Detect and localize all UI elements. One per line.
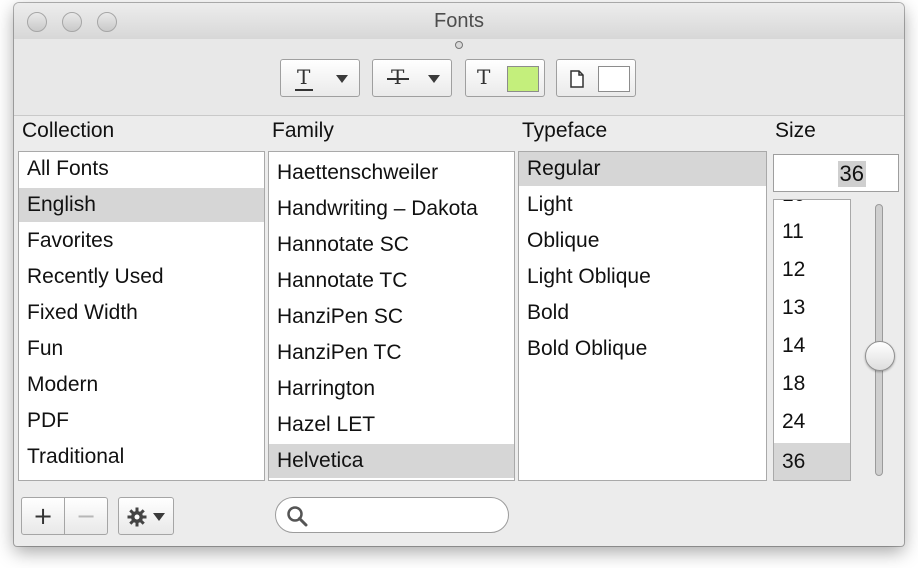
typeface-list[interactable]: Regular Light Oblique Light Oblique Bold… — [518, 151, 767, 481]
list-item[interactable]: HanziPen TC — [269, 341, 402, 364]
gear-icon — [127, 507, 147, 527]
list-item[interactable]: Oblique — [519, 229, 599, 252]
strikethrough-popup-button[interactable]: T — [372, 59, 452, 97]
fonts-window: Fonts T T T Collection Family Typeface S… — [14, 3, 904, 546]
list-item[interactable]: Bold Oblique — [519, 337, 647, 360]
list-item[interactable]: Modern — [19, 373, 98, 396]
list-item[interactable]: 14 — [774, 334, 805, 357]
list-item[interactable]: 11 — [774, 220, 804, 243]
list-item[interactable]: 36 — [774, 450, 805, 473]
list-item[interactable]: Haettenschweiler — [269, 161, 438, 184]
underline-text-icon: T — [297, 65, 311, 89]
typeface-header: Typeface — [522, 119, 608, 142]
list-item[interactable]: Helvetica — [269, 449, 363, 472]
text-color-button[interactable]: T — [465, 59, 545, 97]
action-menu-button[interactable] — [118, 497, 174, 535]
document-color-swatch — [598, 66, 630, 92]
list-item[interactable]: 24 — [774, 410, 805, 433]
remove-collection-button[interactable]: − — [64, 497, 108, 535]
strikethrough-text-icon: T — [391, 65, 405, 89]
document-color-button[interactable] — [556, 59, 636, 97]
list-item[interactable]: Hannotate SC — [269, 233, 409, 256]
strike-bar-icon — [387, 78, 409, 80]
underline-bar-icon — [295, 89, 313, 91]
list-item[interactable]: All Fonts — [19, 157, 109, 180]
list-item[interactable]: Fun — [19, 337, 63, 360]
text-color-icon: T — [477, 65, 491, 89]
list-item[interactable]: Recently Used — [19, 265, 164, 288]
family-header: Family — [272, 119, 334, 142]
list-item[interactable]: Regular — [519, 157, 601, 180]
toolbar-toggle-icon[interactable] — [455, 41, 463, 49]
size-slider-thumb[interactable] — [865, 341, 895, 371]
clipped-item: 10 — [774, 200, 850, 205]
text-color-swatch — [507, 66, 539, 92]
list-item[interactable]: Hazel LET — [269, 413, 375, 436]
chevron-down-icon — [428, 75, 440, 83]
list-item[interactable]: Harrington — [269, 377, 375, 400]
collection-list[interactable]: All Fonts English Favorites Recently Use… — [18, 151, 265, 481]
title-bar: Fonts — [14, 3, 904, 39]
list-item[interactable]: Fixed Width — [19, 301, 138, 324]
size-header: Size — [775, 119, 816, 142]
add-collection-button[interactable]: + — [21, 497, 65, 535]
list-item[interactable]: Traditional — [19, 445, 124, 468]
size-slider-track[interactable] — [875, 204, 883, 476]
list-item[interactable]: 18 — [774, 372, 805, 395]
size-value: 36 — [837, 161, 866, 187]
size-input[interactable]: 36 — [773, 154, 899, 192]
list-item[interactable]: Favorites — [19, 229, 113, 252]
family-list[interactable]: Haettenschweiler Handwriting – Dakota Ha… — [268, 151, 515, 481]
list-item[interactable]: 13 — [774, 296, 805, 319]
search-icon — [287, 506, 308, 527]
list-item[interactable]: Bold — [519, 301, 569, 324]
list-item[interactable]: Handwriting – Dakota — [269, 197, 478, 220]
toolbar: T T T — [14, 39, 904, 116]
list-item[interactable]: 12 — [774, 258, 805, 281]
size-list[interactable]: 10 11 12 13 14 18 24 36 — [773, 199, 851, 481]
chevron-down-icon — [153, 513, 165, 521]
list-item[interactable]: HanziPen SC — [269, 305, 403, 328]
list-item[interactable]: Light — [519, 193, 573, 216]
list-item[interactable]: Light Oblique — [519, 265, 651, 288]
collection-header: Collection — [22, 119, 115, 142]
list-item[interactable]: English — [19, 193, 96, 216]
window-title: Fonts — [433, 10, 485, 32]
list-item[interactable]: Hannotate TC — [269, 269, 407, 292]
list-item[interactable]: PDF — [19, 409, 69, 432]
chevron-down-icon — [336, 75, 348, 83]
document-icon — [570, 70, 584, 88]
search-field[interactable] — [275, 497, 509, 533]
underline-popup-button[interactable]: T — [280, 59, 360, 97]
